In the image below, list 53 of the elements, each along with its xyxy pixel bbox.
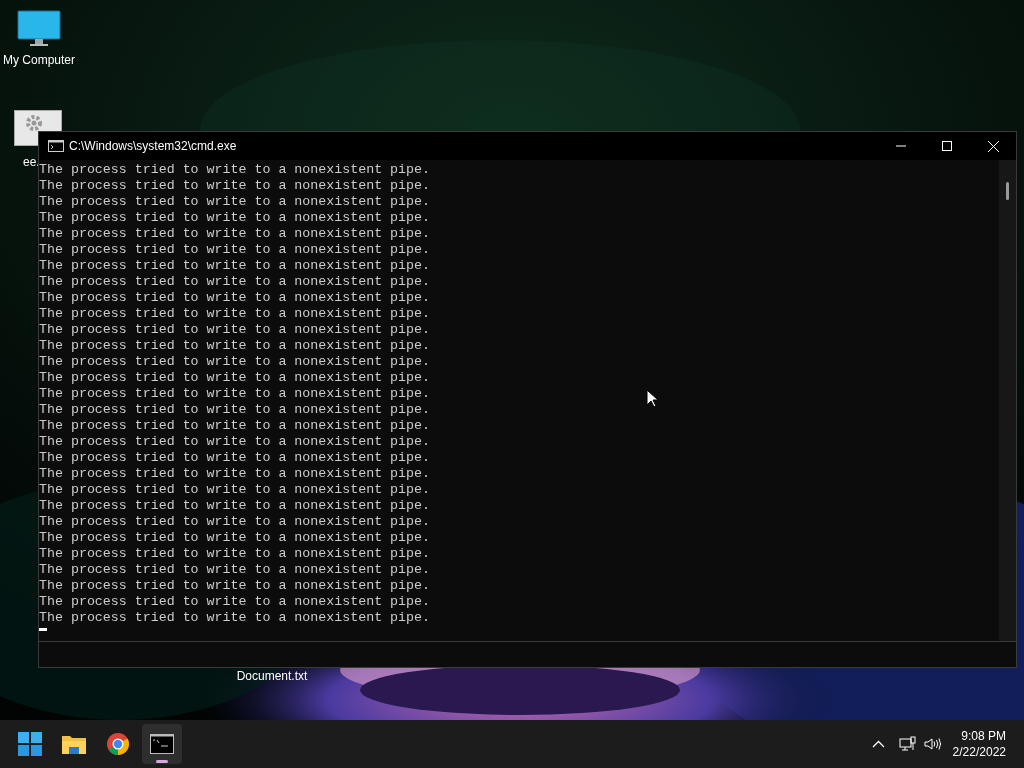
speaker-icon[interactable] (923, 737, 941, 751)
console-line: The process tried to write to a nonexistent pipe. (39, 434, 430, 450)
desktop-icon-label[interactable]: My Computer (3, 53, 75, 67)
clock[interactable]: 9:08 PM 2/22/2022 (952, 728, 1006, 760)
console-line: The process tried to write to a nonexistent pipe. (39, 402, 430, 418)
clock-date: 2/22/2022 (952, 744, 1006, 760)
scrollbar-thumb[interactable] (1006, 182, 1009, 200)
console-line: The process tried to write to a nonexistent pipe. (39, 258, 430, 274)
browser-icon (106, 732, 130, 756)
console-line: The process tried to write to a nonexistent pipe. (39, 482, 430, 498)
console-line: The process tried to write to a nonexistent pipe. (39, 466, 430, 482)
text-cursor (39, 628, 47, 631)
console-line: The process tried to write to a nonexistent pipe. (39, 290, 430, 306)
console-line: The process tried to write to a nonexistent pipe. (39, 386, 430, 402)
console-line: The process tried to write to a nonexistent pipe. (39, 242, 430, 258)
console-line: The process tried to write to a nonexistent pipe. (39, 226, 430, 242)
console-line: The process tried to write to a nonexistent pipe. (39, 210, 430, 226)
console-line: The process tried to write to a nonexistent pipe. (39, 162, 430, 178)
console-icon (48, 140, 64, 152)
maximize-icon (942, 141, 952, 151)
console-line: The process tried to write to a nonexistent pipe. (39, 610, 430, 626)
network-icon[interactable] (898, 736, 916, 752)
taskbar-app-button[interactable] (142, 724, 182, 764)
terminal-icon (150, 734, 174, 754)
console-line: The process tried to write to a nonexistent pipe. (39, 354, 430, 370)
console-line: The process tried to write to a nonexistent pipe. (39, 514, 430, 530)
console-line: The process tried to write to a nonexistent pipe. (39, 594, 430, 610)
console-line: The process tried to write to a nonexistent pipe. (39, 322, 430, 338)
desktop-icon-label[interactable]: ee. (23, 155, 40, 169)
console-line: The process tried to write to a nonexistent pipe. (39, 530, 430, 546)
console-line: The process tried to write to a nonexistent pipe. (39, 306, 430, 322)
console-line: The process tried to write to a nonexistent pipe. (39, 562, 430, 578)
window-title: C:\Windows\system32\cmd.exe (69, 138, 237, 155)
console-line: The process tried to write to a nonexistent pipe. (39, 194, 430, 210)
monitor-icon (17, 10, 61, 48)
chevron-up-icon[interactable] (871, 740, 885, 748)
clock-time: 9:08 PM (961, 728, 1006, 744)
minimize-icon (896, 145, 906, 147)
console-line: The process tried to write to a nonexistent pipe. (39, 418, 430, 434)
console-line: The process tried to write to a nonexistent pipe. (39, 578, 430, 594)
desktop-icon-label[interactable]: Document.txt (236, 669, 308, 683)
mouse-cursor-icon (646, 389, 658, 408)
console-line: The process tried to write to a nonexistent pipe. (39, 370, 430, 386)
vertical-scrollbar[interactable] (999, 160, 1016, 641)
console-line: The process tried to write to a nonexistent pipe. (39, 546, 430, 562)
close-icon (987, 140, 999, 152)
console-line: The process tried to write to a nonexistent pipe. (39, 274, 430, 290)
windows-logo-icon (18, 732, 42, 756)
console-line: The process tried to write to a nonexistent pipe. (39, 450, 430, 466)
console-line: The process tried to write to a nonexistent pipe. (39, 338, 430, 354)
folder-icon (61, 733, 87, 755)
console-line: The process tried to write to a nonexistent pipe. (39, 498, 430, 514)
console-line: The process tried to write to a nonexistent pipe. (39, 178, 430, 194)
